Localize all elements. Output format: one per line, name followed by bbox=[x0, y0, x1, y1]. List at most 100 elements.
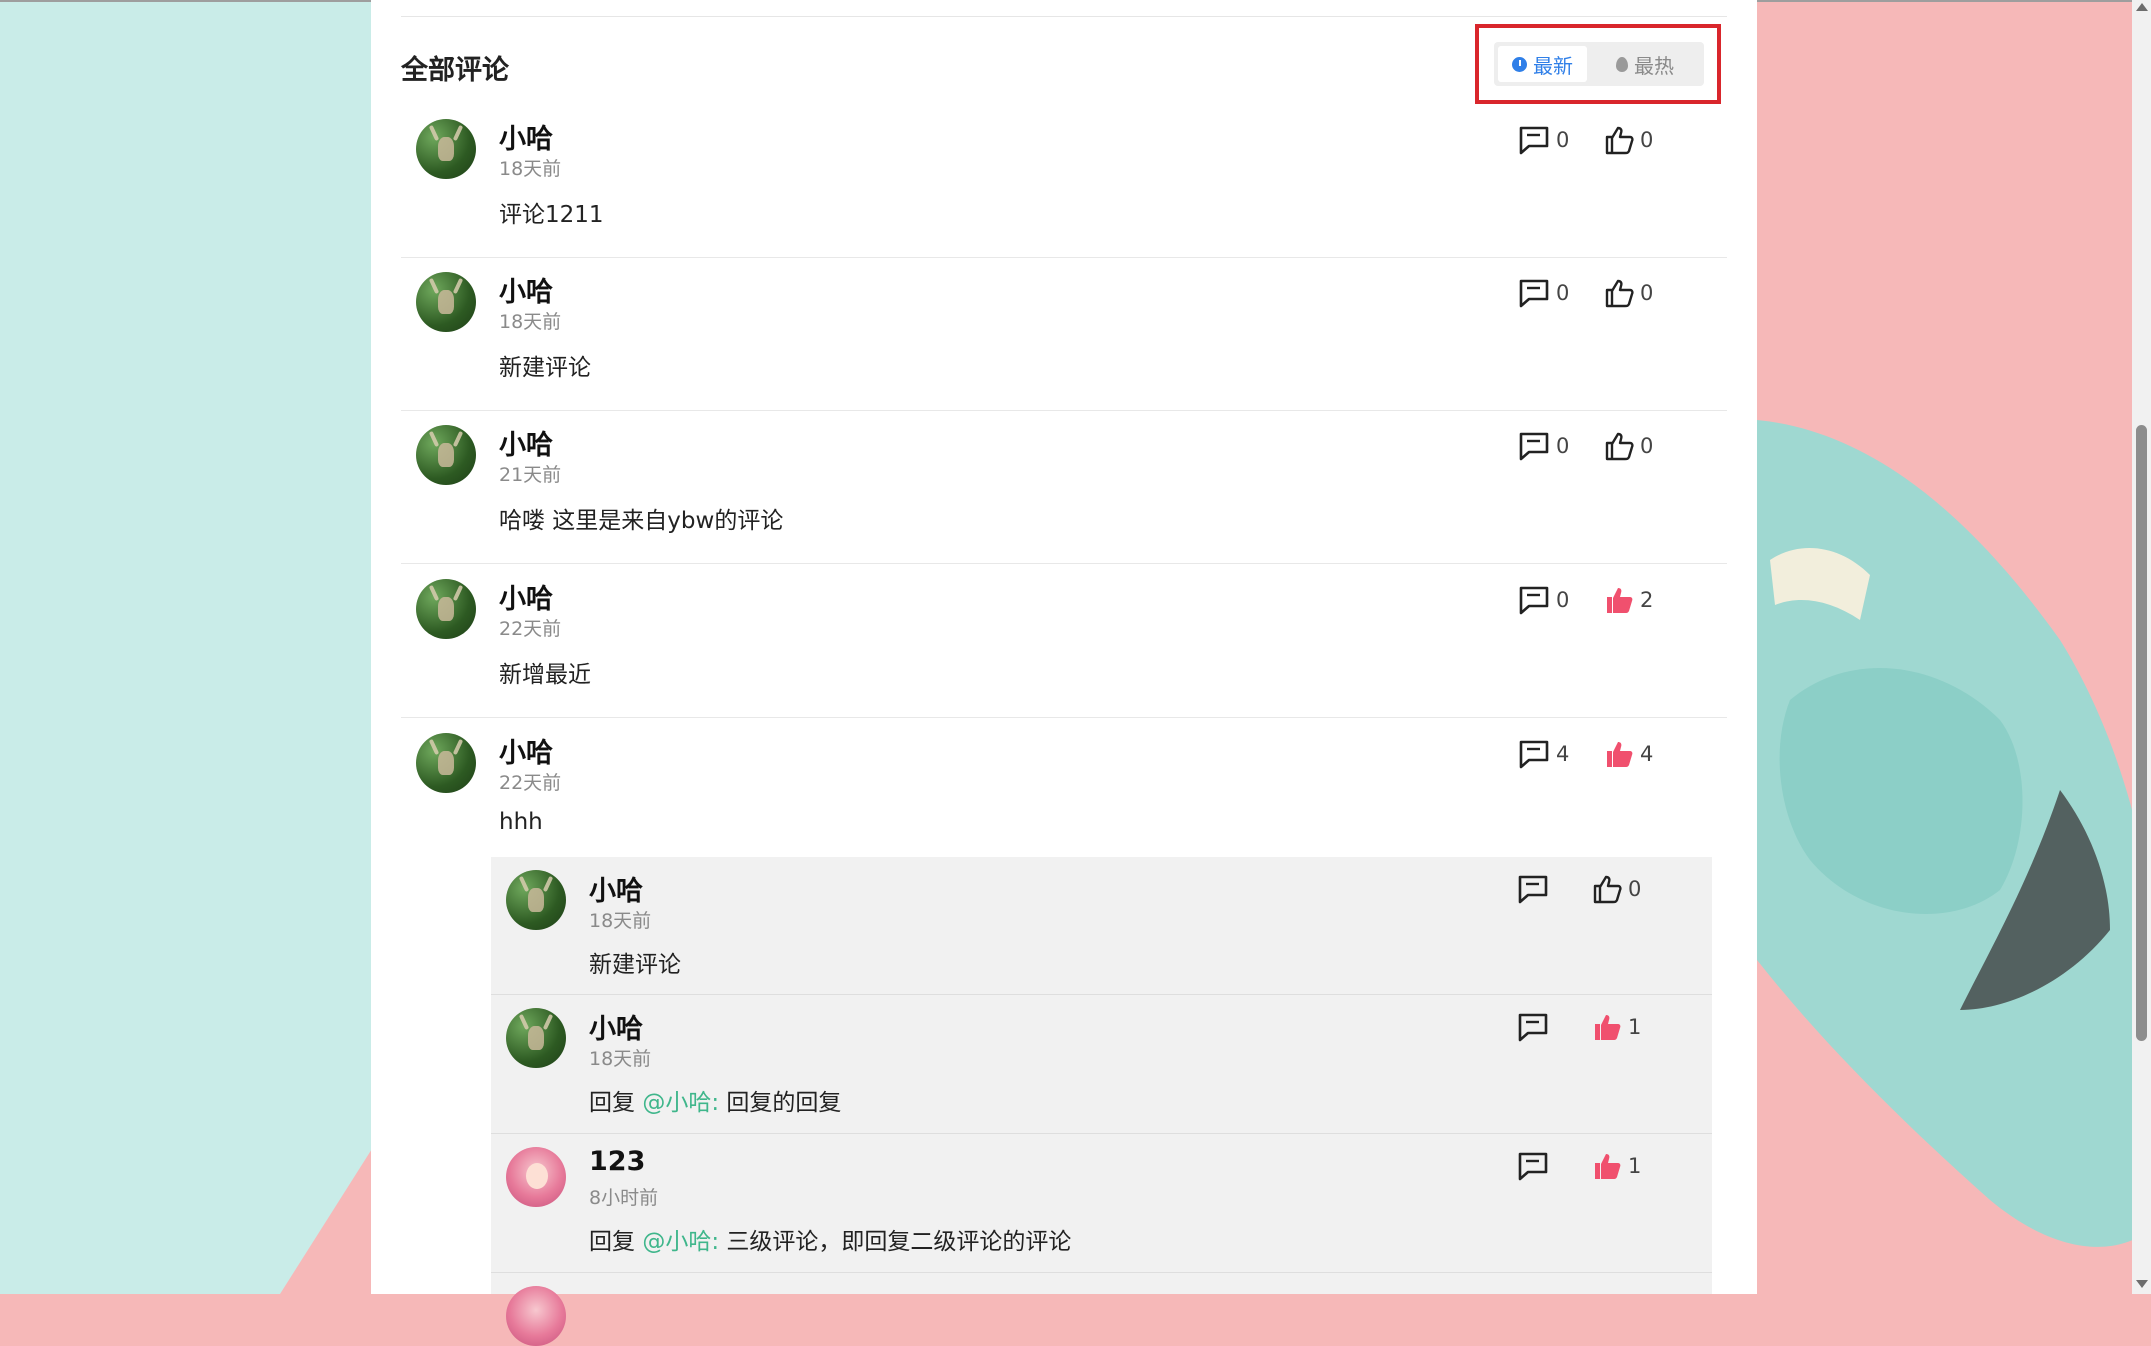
thumbs-up-icon bbox=[1605, 126, 1634, 155]
commenter-name[interactable]: 小哈 bbox=[499, 577, 553, 616]
avatar[interactable] bbox=[506, 870, 566, 930]
deer-forest-icon bbox=[438, 137, 454, 161]
scroll-down-arrow-icon[interactable] bbox=[2136, 1280, 2148, 1288]
comment-item: 小哈 22天前 新增最近 0 2 bbox=[401, 564, 1727, 718]
reply-button[interactable] bbox=[1517, 874, 1549, 904]
avatar[interactable] bbox=[506, 1286, 566, 1346]
comment-text: 新增最近 bbox=[499, 662, 591, 688]
flame-icon bbox=[1616, 56, 1628, 72]
like-button[interactable]: 2 bbox=[1604, 585, 1653, 615]
avatar[interactable] bbox=[416, 119, 476, 179]
clock-icon bbox=[1512, 56, 1527, 72]
comment-icon bbox=[1519, 432, 1549, 461]
deer-forest-icon bbox=[528, 888, 544, 912]
comment-time: 18天前 bbox=[589, 1048, 652, 1070]
thumbs-up-filled-icon bbox=[1595, 1154, 1621, 1179]
tab-hot-label: 最热 bbox=[1634, 53, 1674, 78]
comment-time: 18天前 bbox=[499, 311, 562, 333]
reply-button[interactable]: 4 bbox=[1518, 739, 1569, 769]
comment-icon bbox=[1519, 279, 1549, 308]
tab-hot[interactable]: 最热 bbox=[1602, 46, 1688, 82]
reply-button[interactable]: 0 bbox=[1518, 278, 1569, 308]
avatar[interactable] bbox=[416, 425, 476, 485]
avatar[interactable] bbox=[416, 733, 476, 793]
thumbs-up-icon bbox=[1593, 875, 1622, 904]
mention-link[interactable]: @小哈: bbox=[642, 1229, 719, 1255]
like-button[interactable]: 0 bbox=[1592, 874, 1641, 904]
comment-icon bbox=[1518, 1013, 1548, 1042]
anime-girl-icon bbox=[526, 1163, 548, 1189]
avatar[interactable] bbox=[416, 272, 476, 332]
reply-text: 回复 @小哈: 三级评论，即回复二级评论的评论 bbox=[589, 1222, 1071, 1256]
reply-count: 0 bbox=[1556, 434, 1570, 458]
commenter-name[interactable]: 123 bbox=[589, 1146, 645, 1177]
comment-icon bbox=[1519, 126, 1549, 155]
thumbs-up-icon bbox=[1605, 279, 1634, 308]
like-count: 2 bbox=[1640, 588, 1654, 612]
reply-button[interactable] bbox=[1517, 1151, 1549, 1181]
deer-forest-icon bbox=[438, 290, 454, 314]
deer-forest-icon bbox=[438, 751, 454, 775]
comment-icon bbox=[1519, 740, 1549, 769]
thumbs-up-icon bbox=[1605, 432, 1634, 461]
like-count: 0 bbox=[1628, 877, 1642, 901]
tab-newest[interactable]: 最新 bbox=[1498, 46, 1587, 82]
scrollbar-thumb[interactable] bbox=[2136, 425, 2147, 1041]
comment-item: 小哈 18天前 评论1211 0 0 bbox=[401, 115, 1727, 258]
comment-text: hhh bbox=[499, 809, 543, 835]
deer-forest-icon bbox=[438, 443, 454, 467]
comment-item: 小哈 18天前 新建评论 0 0 bbox=[401, 258, 1727, 411]
reply-text: 回复 @小哈: 回复的回复 bbox=[589, 1083, 841, 1117]
comment-icon bbox=[1519, 586, 1549, 615]
commenter-name[interactable]: 小哈 bbox=[499, 270, 553, 309]
divider bbox=[401, 16, 1727, 17]
replies-list: 小哈 18天前 新建评论 0 小哈 18天前 回复 @小哈: 回复的回复 1 1… bbox=[491, 857, 1712, 1346]
page-scrollbar[interactable] bbox=[2132, 0, 2151, 1294]
comment-time: 22天前 bbox=[499, 618, 562, 640]
scroll-up-arrow-icon[interactable] bbox=[2136, 3, 2148, 11]
like-count: 0 bbox=[1640, 434, 1654, 458]
reply-item-partial bbox=[491, 1273, 1712, 1346]
reply-body: 三级评论，即回复二级评论的评论 bbox=[719, 1229, 1072, 1255]
like-count: 1 bbox=[1628, 1015, 1642, 1039]
comment-text: 新建评论 bbox=[499, 355, 591, 381]
comment-text: 哈喽 这里是来自ybw的评论 bbox=[499, 508, 784, 534]
tab-newest-label: 最新 bbox=[1533, 53, 1573, 78]
comment-item: 小哈 21天前 哈喽 这里是来自ybw的评论 0 0 bbox=[401, 411, 1727, 564]
commenter-name[interactable]: 小哈 bbox=[589, 1007, 643, 1046]
mention-link[interactable]: @小哈: bbox=[642, 1090, 719, 1116]
like-count: 4 bbox=[1640, 742, 1654, 766]
reply-body: 新建评论 bbox=[589, 952, 681, 978]
reply-button[interactable]: 0 bbox=[1518, 431, 1569, 461]
commenter-name[interactable]: 小哈 bbox=[589, 869, 643, 908]
reply-body: 回复的回复 bbox=[719, 1090, 842, 1116]
like-count: 0 bbox=[1640, 128, 1654, 152]
commenter-name[interactable]: 小哈 bbox=[499, 731, 553, 770]
reply-button[interactable]: 0 bbox=[1518, 585, 1569, 615]
like-button[interactable]: 0 bbox=[1604, 278, 1653, 308]
commenter-name[interactable]: 小哈 bbox=[499, 423, 553, 462]
reply-button[interactable] bbox=[1517, 1012, 1549, 1042]
thumbs-up-filled-icon bbox=[1607, 742, 1633, 767]
like-button[interactable]: 0 bbox=[1604, 125, 1653, 155]
like-button[interactable]: 4 bbox=[1604, 739, 1653, 769]
reply-count: 0 bbox=[1556, 128, 1570, 152]
reply-prefix: 回复 bbox=[589, 1090, 643, 1116]
commenter-name[interactable]: 小哈 bbox=[499, 117, 553, 156]
sort-tabs: 最新 最热 bbox=[1494, 42, 1704, 86]
avatar[interactable] bbox=[506, 1147, 566, 1207]
like-button[interactable]: 0 bbox=[1604, 431, 1653, 461]
reply-count: 0 bbox=[1556, 588, 1570, 612]
comment-icon bbox=[1518, 1152, 1548, 1181]
reply-button[interactable]: 0 bbox=[1518, 125, 1569, 155]
reply-item: 123 8小时前 回复 @小哈: 三级评论，即回复二级评论的评论 1 bbox=[491, 1134, 1712, 1273]
comment-icon bbox=[1518, 875, 1548, 904]
thumbs-up-filled-icon bbox=[1595, 1015, 1621, 1040]
reply-count: 0 bbox=[1556, 281, 1570, 305]
reply-text: 新建评论 bbox=[589, 945, 681, 979]
like-button[interactable]: 1 bbox=[1592, 1012, 1641, 1042]
avatar[interactable] bbox=[416, 579, 476, 639]
like-button[interactable]: 1 bbox=[1592, 1151, 1641, 1181]
avatar[interactable] bbox=[506, 1008, 566, 1068]
deer-forest-icon bbox=[438, 597, 454, 621]
